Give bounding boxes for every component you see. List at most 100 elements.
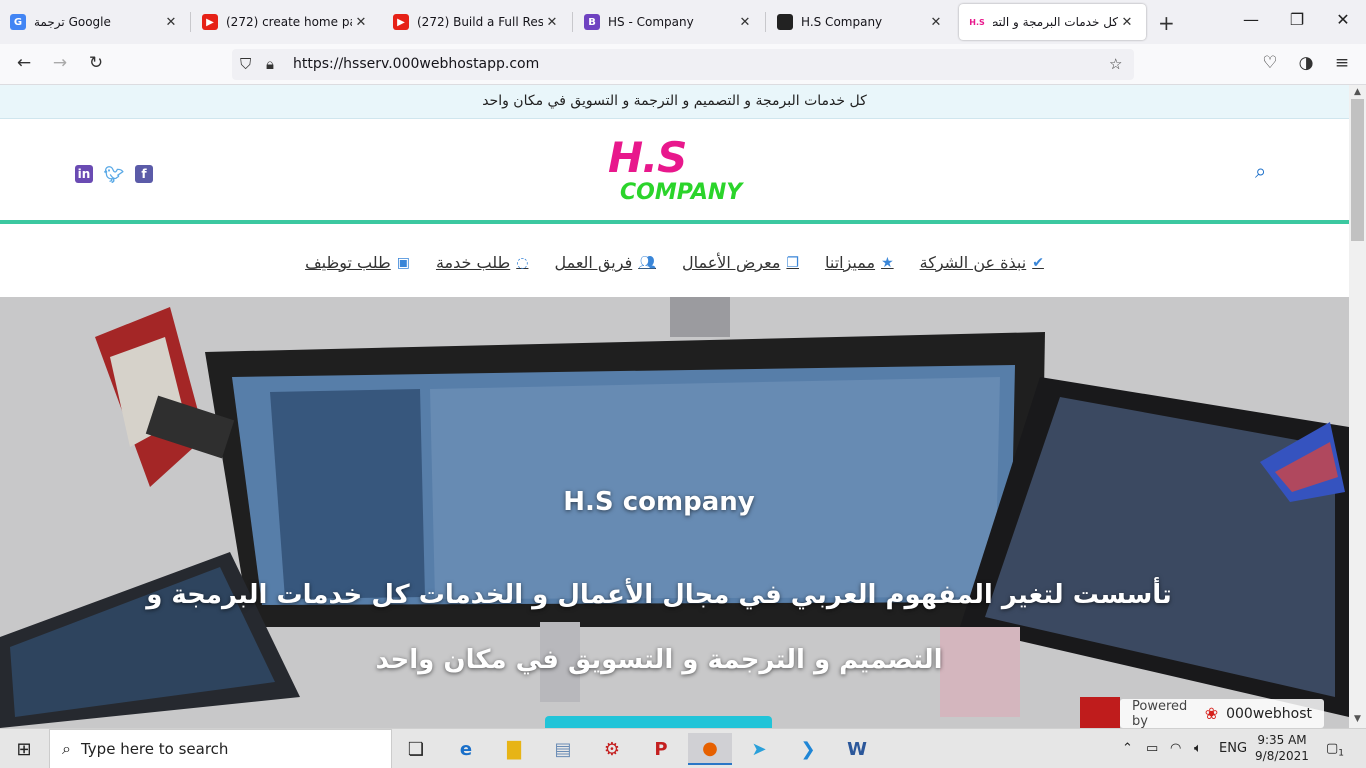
star-icon: ★ xyxy=(881,254,894,271)
tab-title: (272) create home page in xyxy=(226,15,352,29)
webhost-logo-icon: ❀ xyxy=(1204,704,1219,723)
site-header: in 🐦︎ f H.S COMPANY ⌕ xyxy=(0,119,1349,224)
tray-overflow-chevron-icon[interactable]: ⌃ xyxy=(1122,741,1133,756)
tab-strip: G ترجمة Google ✕ ▶ (272) create home pag… xyxy=(0,0,1366,44)
powered-by-brand: 000webhost xyxy=(1226,705,1312,722)
address-bar[interactable]: ⛉ 🔒︎ https://hsserv.000webhostapp.com ☆ xyxy=(232,49,1134,80)
top-banner: كل خدمات البرمجة و التصميم و الترجمة و ا… xyxy=(0,85,1349,119)
word-icon[interactable]: W xyxy=(835,733,879,765)
control-panel-icon[interactable]: ▤ xyxy=(541,733,585,765)
taskbar-clock[interactable]: 9:35 AM 9/8/2021 xyxy=(1253,732,1311,764)
url-text[interactable]: https://hsserv.000webhostapp.com xyxy=(293,56,539,72)
close-icon[interactable]: ✕ xyxy=(927,15,945,30)
scroll-up-arrow-icon[interactable]: ▲ xyxy=(1349,87,1366,97)
wifi-icon[interactable]: ◠ xyxy=(1170,741,1181,756)
site-logo[interactable]: H.S COMPANY xyxy=(608,133,742,213)
menu-item-about[interactable]: ✔ نبذة عن الشركة xyxy=(920,253,1044,272)
menu-icon[interactable]: ≡ xyxy=(1330,53,1354,73)
vscode-icon[interactable]: ❯ xyxy=(786,733,830,765)
restore-icon[interactable]: ❐ xyxy=(1282,10,1312,29)
app-gear-red-icon[interactable]: ⚙ xyxy=(590,733,634,765)
reload-icon[interactable]: ↻ xyxy=(84,53,108,73)
tab-hs-company-bootstrap[interactable]: B HS - Company ✕ xyxy=(574,0,764,44)
close-icon[interactable]: ✕ xyxy=(162,15,180,30)
hs-logo-favicon: H.S xyxy=(969,14,985,30)
close-icon[interactable]: ✕ xyxy=(352,15,370,30)
back-arrow-icon[interactable]: ← xyxy=(12,53,36,73)
language-indicator[interactable]: ENG xyxy=(1219,741,1247,756)
account-icon[interactable]: ◑ xyxy=(1294,53,1318,73)
notification-icon[interactable]: ▢1 xyxy=(1326,741,1344,759)
task-view-icon[interactable]: ❏ xyxy=(394,733,438,765)
taskbar: ⊞ ⌕ Type here to search ❏ e ▇ ▤ ⚙ P ● ➤ … xyxy=(0,728,1366,768)
close-icon[interactable]: ✕ xyxy=(736,15,754,30)
scrollbar-thumb[interactable] xyxy=(1351,99,1364,241)
tab-title: (272) Build a Full Respons xyxy=(417,15,543,29)
edge-icon[interactable]: e xyxy=(444,733,488,765)
check-icon: ✔ xyxy=(1032,254,1044,271)
logo-text-company: COMPANY xyxy=(620,180,743,205)
hero-description-line1: تأسست لتغير المفهوم العربي في مجال الأعم… xyxy=(146,580,1172,610)
window-close-icon[interactable]: ✕ xyxy=(1328,10,1358,29)
menu-item-label: مميزاتنا xyxy=(824,253,876,272)
telegram-icon[interactable]: ➤ xyxy=(737,733,781,765)
new-tab-icon[interactable]: + xyxy=(1158,11,1175,35)
windows-start-icon[interactable]: ⊞ xyxy=(2,733,46,765)
linkedin-icon[interactable]: in xyxy=(75,165,93,183)
taskbar-search-box[interactable]: ⌕ Type here to search xyxy=(49,729,392,768)
menu-item-label: فريق العمل xyxy=(554,253,633,272)
tab-youtube-2[interactable]: ▶ (272) Build a Full Respons ✕ xyxy=(383,0,571,44)
tab-separator xyxy=(190,12,191,32)
tab-youtube-1[interactable]: ▶ (272) create home page in ✕ xyxy=(192,0,380,44)
firefox-icon[interactable]: ● xyxy=(688,733,732,765)
volume-icon[interactable]: 🔈︎ xyxy=(1194,741,1202,756)
google-translate-icon: G xyxy=(10,14,26,30)
menu-item-label: طلب توظيف xyxy=(305,253,391,272)
tab-title: ترجمة Google xyxy=(34,15,111,29)
search-icon: ⌕ xyxy=(62,739,71,758)
scroll-down-arrow-icon[interactable]: ▼ xyxy=(1349,714,1366,724)
page-scrollbar[interactable]: ▲ ▼ xyxy=(1349,85,1366,728)
menu-item-label: معرض الأعمال xyxy=(682,253,781,272)
site-favicon xyxy=(777,14,793,30)
users-icon: 👥︎ xyxy=(638,254,656,271)
minimize-icon[interactable]: — xyxy=(1236,10,1266,29)
tab-active-hs-services[interactable]: H.S كل خدمات البرمجة و التصم ✕ xyxy=(959,4,1146,40)
facebook-icon[interactable]: f xyxy=(135,165,153,183)
bootstrap-icon: B xyxy=(584,14,600,30)
taskbar-search-placeholder: Type here to search xyxy=(80,740,229,758)
forward-arrow-icon[interactable]: → xyxy=(48,53,72,73)
hero-section: H.S company تأسست لتغير المفهوم العربي ف… xyxy=(0,297,1349,728)
powered-by-label: Powered by xyxy=(1132,698,1188,729)
search-icon[interactable]: ⌕ xyxy=(1255,159,1266,183)
pocket-icon[interactable]: ♡ xyxy=(1258,53,1282,73)
tab-hs-company[interactable]: H.S Company ✕ xyxy=(767,0,955,44)
file-explorer-icon[interactable]: ▇ xyxy=(492,733,536,765)
menu-item-label: طلب خدمة xyxy=(435,253,511,272)
menu-item-features[interactable]: ★ مميزاتنا xyxy=(825,253,894,272)
menu-item-service-request[interactable]: ◌ طلب خدمة xyxy=(436,253,528,272)
clipboard-icon: ▣ xyxy=(396,254,410,271)
menu-item-portfolio[interactable]: ❐ معرض الأعمال xyxy=(682,253,799,272)
menu-item-job-request[interactable]: ▣ طلب توظيف xyxy=(305,253,410,272)
bookmark-star-icon[interactable]: ☆ xyxy=(1109,55,1122,73)
hero-title: H.S company xyxy=(563,487,755,517)
hero-description-line2: التصميم و الترجمة و التسويق في مكان واحد xyxy=(375,645,943,675)
shield-icon[interactable]: ⛉ xyxy=(240,55,251,73)
notification-count: 1 xyxy=(1338,748,1345,759)
battery-icon[interactable]: ▭ xyxy=(1146,741,1158,756)
clock-time: 9:35 AM xyxy=(1257,733,1307,747)
close-icon[interactable]: ✕ xyxy=(1118,15,1136,30)
tab-google-translate[interactable]: G ترجمة Google ✕ xyxy=(0,0,190,44)
copy-icon: ❐ xyxy=(786,254,799,271)
powered-by-badge[interactable]: Powered by ❀ 000webhost xyxy=(1120,699,1324,728)
headset-icon: ◌ xyxy=(516,254,529,271)
lock-icon[interactable]: 🔒︎ xyxy=(266,55,274,73)
youtube-icon: ▶ xyxy=(202,14,218,30)
hero-cta-button[interactable] xyxy=(545,716,772,728)
close-icon[interactable]: ✕ xyxy=(543,15,561,30)
twitter-icon[interactable]: 🐦︎ xyxy=(104,165,124,184)
app-p-red-icon[interactable]: P xyxy=(639,733,683,765)
tab-separator xyxy=(765,12,766,32)
menu-item-team[interactable]: 👥︎ فريق العمل xyxy=(554,253,656,272)
